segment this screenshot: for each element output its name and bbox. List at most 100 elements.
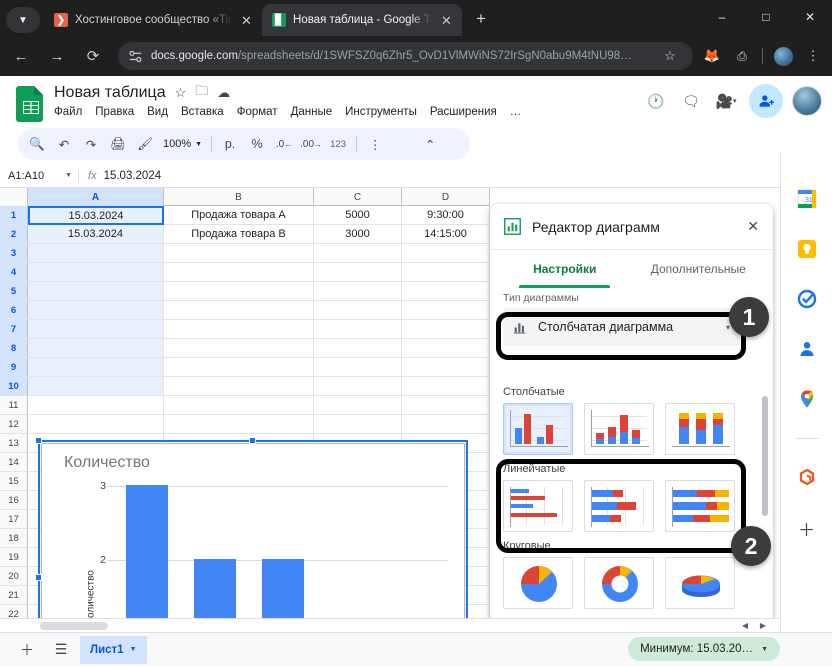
table-row[interactable]: 4 [0, 263, 490, 282]
star-icon[interactable]: ☆ [175, 85, 187, 101]
formula-input[interactable]: 15.03.2024 [104, 170, 162, 182]
google-maps-icon[interactable] [796, 388, 818, 410]
resize-handle-tc[interactable] [249, 437, 256, 444]
cell-a11[interactable] [28, 396, 164, 414]
page-title[interactable]: Новая таблица [54, 84, 166, 102]
cell-b8[interactable] [164, 339, 314, 357]
menu-more[interactable]: … [510, 106, 522, 118]
cell-d3[interactable] [402, 244, 490, 262]
cell-d7[interactable] [402, 320, 490, 338]
cell-a5[interactable] [28, 282, 164, 300]
zoom-selector[interactable]: 100% ▼ [159, 131, 206, 157]
name-box[interactable]: A1:A10 ▼ [0, 170, 78, 182]
print-icon[interactable]: 🖨 [105, 131, 131, 157]
search-icon[interactable]: 🔍 [24, 131, 50, 157]
cell-c8[interactable] [314, 339, 402, 357]
row-header[interactable]: 11 [0, 396, 28, 414]
kebab-menu-icon[interactable]: ⋮ [800, 43, 826, 69]
cell-b3[interactable] [164, 244, 314, 262]
google-keep-icon[interactable] [796, 238, 818, 260]
fox-extension-icon[interactable]: 🦊 [699, 43, 725, 69]
table-row[interactable]: 2 15.03.2024 Продажа товара B 3000 14:15… [0, 225, 490, 244]
cell-d11[interactable] [402, 396, 490, 414]
menu-tools[interactable]: Инструменты [345, 106, 417, 118]
cell-c10[interactable] [314, 377, 402, 395]
cell-d4[interactable] [402, 263, 490, 281]
menu-view[interactable]: Вид [147, 106, 168, 118]
cell-b1[interactable]: Продажа товара A [164, 206, 314, 224]
reload-icon[interactable]: ⟳ [78, 41, 108, 71]
cell-a6[interactable] [28, 301, 164, 319]
row-header[interactable]: 10 [0, 377, 28, 395]
currency-format-button[interactable]: р. [217, 131, 243, 157]
kebab-menu-icon[interactable]: ⋮ [362, 131, 388, 157]
comment-icon[interactable]: 🗨 [675, 85, 707, 117]
row-header[interactable]: 19 [0, 548, 28, 566]
close-icon[interactable]: ✕ [747, 218, 759, 235]
cell-c9[interactable] [314, 358, 402, 376]
cell-b2[interactable]: Продажа товара B [164, 225, 314, 243]
row-header[interactable]: 3 [0, 244, 28, 262]
chevron-down-icon[interactable]: ▼ [761, 646, 768, 653]
row-header[interactable]: 20 [0, 567, 28, 585]
close-icon[interactable]: ✕ [439, 13, 454, 28]
row-header[interactable]: 18 [0, 529, 28, 547]
cell-d2[interactable]: 14:15:00 [402, 225, 490, 243]
thumb-bar-chart[interactable] [503, 480, 573, 532]
cell-d12[interactable] [402, 415, 490, 433]
scrollbar-thumb[interactable] [40, 622, 108, 630]
move-to-folder-icon[interactable]: 🗀 [195, 82, 208, 104]
thumb-stacked-column-chart[interactable] [584, 403, 654, 455]
thumb-stacked-bar-chart[interactable] [584, 480, 654, 532]
decimal-decrease-button[interactable]: .0 ← [271, 131, 297, 157]
scroll-left-icon[interactable]: ◀ [742, 621, 748, 630]
share-button[interactable] [749, 84, 783, 118]
google-tasks-icon[interactable] [796, 288, 818, 310]
row-header[interactable]: 2 [0, 225, 28, 243]
cell-d9[interactable] [402, 358, 490, 376]
tab-advanced[interactable]: Дополнительные [632, 250, 766, 288]
row-header[interactable]: 16 [0, 491, 28, 509]
new-tab-button[interactable]: + [468, 6, 494, 32]
star-icon[interactable]: ☆ [657, 43, 683, 69]
row-header[interactable]: 13 [0, 434, 28, 452]
active-cell[interactable]: 15.03.2024 [28, 206, 164, 225]
cell-a7[interactable] [28, 320, 164, 338]
column-header-d[interactable]: D [402, 188, 490, 206]
chart-editor-panel[interactable]: Редактор диаграмм ✕ Настройки Дополнител… [490, 204, 773, 666]
row-header[interactable]: 17 [0, 510, 28, 528]
row-header[interactable]: 5 [0, 282, 28, 300]
row-header[interactable]: 6 [0, 301, 28, 319]
menu-format[interactable]: Формат [237, 106, 278, 118]
row-header[interactable]: 12 [0, 415, 28, 433]
google-contacts-icon[interactable] [796, 338, 818, 360]
column-header-a[interactable]: A [28, 188, 164, 206]
browser-tab-2[interactable]: ▊ Новая таблица - Google Табли ✕ [262, 4, 462, 36]
select-all-corner[interactable] [0, 188, 28, 206]
cell-a9[interactable] [28, 358, 164, 376]
redo-icon[interactable]: ↷ [78, 131, 104, 157]
addon-icon[interactable] [796, 467, 818, 489]
cell-c11[interactable] [314, 396, 402, 414]
table-row[interactable]: 3 [0, 244, 490, 263]
cell-d5[interactable] [402, 282, 490, 300]
spreadsheet-grid[interactable]: A B C D 1 15.03.2024 Продажа товара A 50… [0, 188, 490, 666]
thumb-100-stacked-bar-chart[interactable] [665, 480, 735, 532]
history-icon[interactable]: 🕐 [640, 85, 672, 117]
cell-b4[interactable] [164, 263, 314, 281]
site-settings-icon[interactable] [128, 49, 143, 64]
cell-c7[interactable] [314, 320, 402, 338]
horizontal-scrollbar[interactable]: ◀ ▶ [0, 618, 780, 632]
menu-file[interactable]: Файл [54, 106, 82, 118]
avatar[interactable] [792, 86, 822, 116]
cell-a3[interactable] [28, 244, 164, 262]
row-header[interactable]: 21 [0, 586, 28, 604]
cell-c1[interactable]: 5000 [314, 206, 402, 224]
cloud-saved-icon[interactable]: ☁ [217, 85, 230, 101]
chart-type-dropdown[interactable]: Столбчатая диаграмма ▾ [503, 308, 740, 346]
tab-settings[interactable]: Настройки [498, 250, 632, 288]
cell-c2[interactable]: 3000 [314, 225, 402, 243]
close-window-button[interactable]: ✕ [788, 0, 832, 34]
thumb-doughnut-chart[interactable] [584, 557, 654, 609]
cell-c3[interactable] [314, 244, 402, 262]
